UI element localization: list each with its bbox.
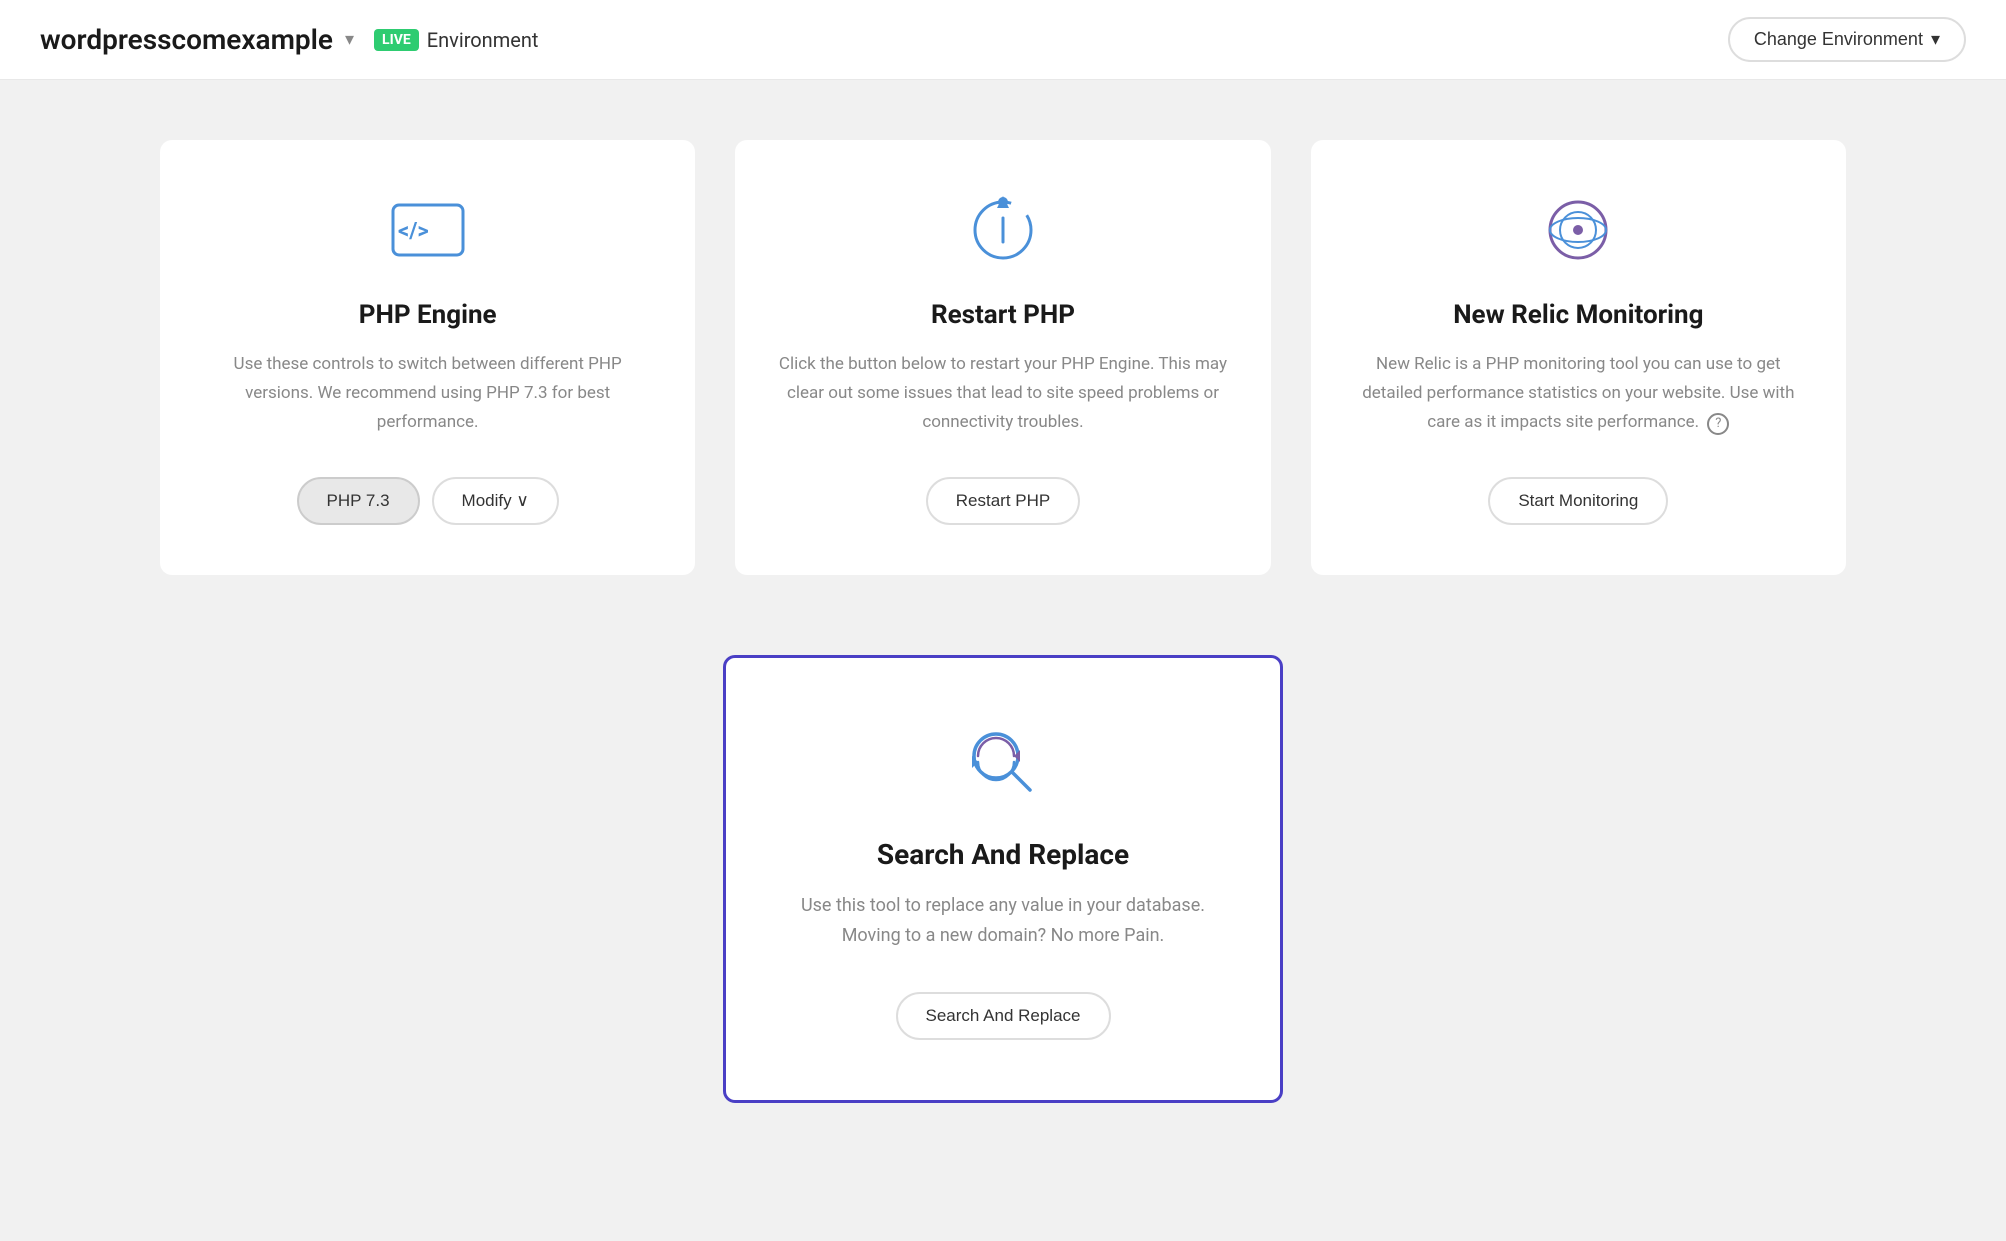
search-and-replace-button[interactable]: Search And Replace: [896, 992, 1111, 1040]
php-engine-icon: </>: [388, 190, 468, 270]
restart-php-title: Restart PHP: [931, 300, 1075, 330]
change-environment-button[interactable]: Change Environment ▾: [1728, 17, 1966, 62]
site-name: wordpresscomexample: [40, 23, 333, 56]
search-replace-title: Search And Replace: [877, 838, 1129, 871]
search-replace-icon: [958, 718, 1048, 808]
restart-php-button[interactable]: Restart PHP: [926, 477, 1080, 525]
restart-php-card: Restart PHP Click the button below to re…: [735, 140, 1270, 575]
php-engine-card: </> PHP Engine Use these controls to swi…: [160, 140, 695, 575]
php-version-badge: PHP 7.3: [297, 477, 420, 525]
restart-php-actions: Restart PHP: [926, 477, 1080, 525]
restart-php-desc: Click the button below to restart your P…: [775, 350, 1230, 437]
search-replace-desc: Use this tool to replace any value in yo…: [786, 891, 1220, 952]
featured-card-wrapper: Search And Replace Use this tool to repl…: [160, 655, 1846, 1103]
php-engine-desc: Use these controls to switch between dif…: [200, 350, 655, 437]
new-relic-actions: Start Monitoring: [1488, 477, 1668, 525]
help-icon[interactable]: ?: [1707, 413, 1729, 435]
cards-row: </> PHP Engine Use these controls to swi…: [160, 140, 1846, 575]
search-replace-actions: Search And Replace: [896, 992, 1111, 1040]
php-engine-title: PHP Engine: [359, 300, 497, 330]
search-and-replace-card: Search And Replace Use this tool to repl…: [723, 655, 1283, 1103]
live-badge: LIVE: [374, 29, 419, 51]
restart-php-icon: [963, 190, 1043, 270]
new-relic-desc: New Relic is a PHP monitoring tool you c…: [1351, 350, 1806, 437]
environment-label: Environment: [427, 28, 539, 52]
new-relic-title: New Relic Monitoring: [1453, 300, 1703, 330]
new-relic-icon: [1538, 190, 1618, 270]
svg-text:</>: </>: [398, 219, 429, 244]
modify-button[interactable]: Modify ∨: [432, 477, 559, 525]
php-engine-actions: PHP 7.3 Modify ∨: [297, 477, 559, 525]
new-relic-card: New Relic Monitoring New Relic is a PHP …: [1311, 140, 1846, 575]
start-monitoring-button[interactable]: Start Monitoring: [1488, 477, 1668, 525]
main-content: </> PHP Engine Use these controls to swi…: [0, 80, 2006, 1163]
site-dropdown-icon[interactable]: ▾: [345, 29, 354, 50]
header: wordpresscomexample ▾ LIVE Environment C…: [0, 0, 2006, 80]
